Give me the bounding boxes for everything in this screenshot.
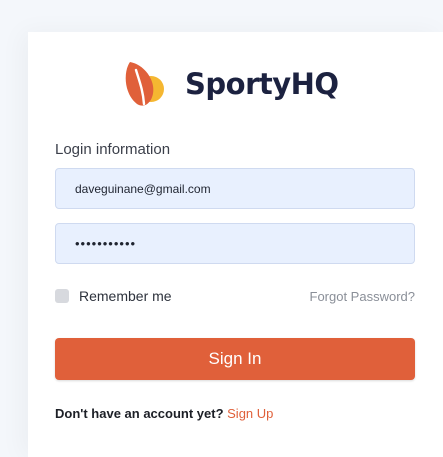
password-field[interactable] bbox=[55, 223, 415, 264]
signup-prompt: Don't have an account yet? Sign Up bbox=[55, 406, 273, 421]
sign-in-button[interactable]: Sign In bbox=[55, 338, 415, 380]
remember-me-checkbox[interactable] bbox=[55, 289, 69, 303]
sportyhq-leaf-logo-icon bbox=[125, 62, 164, 106]
brand-name: SportyHQ bbox=[185, 67, 339, 101]
login-section-label: Login information bbox=[55, 141, 171, 158]
email-field[interactable] bbox=[55, 168, 415, 209]
brand-logo: SportyHQ bbox=[121, 56, 339, 112]
login-card: SportyHQ Login information Remember me F… bbox=[28, 32, 443, 457]
remember-me-control[interactable]: Remember me bbox=[55, 288, 172, 304]
sign-up-link[interactable]: Sign Up bbox=[227, 406, 273, 421]
forgot-password-link[interactable]: Forgot Password? bbox=[310, 289, 416, 304]
signup-question: Don't have an account yet? bbox=[55, 406, 224, 421]
remember-me-label: Remember me bbox=[79, 288, 172, 304]
